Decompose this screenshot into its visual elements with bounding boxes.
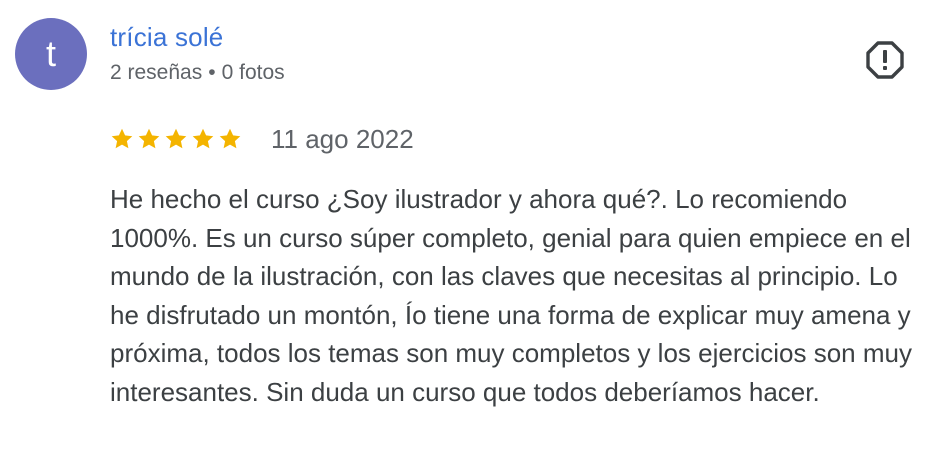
star-icon	[138, 128, 160, 149]
photo-count: 0 fotos	[221, 61, 285, 84]
author-meta: 2 reseñas • 0 fotos	[110, 61, 285, 85]
review-date: 11 ago 2022	[271, 123, 414, 154]
avatar-letter: t	[45, 33, 56, 74]
report-octagon-icon	[866, 41, 904, 79]
avatar[interactable]: t	[15, 18, 87, 90]
star-icon	[219, 128, 241, 149]
star-icon	[165, 128, 187, 149]
review-card: t trícia solé 2 reseñas • 0 fotos 11 ago 2…	[0, 0, 940, 476]
meta-separator: •	[208, 61, 216, 84]
star-icon	[192, 128, 214, 149]
report-flag-icon[interactable]	[865, 40, 905, 80]
author-name-link[interactable]: trícia solé	[110, 22, 223, 53]
star-icon	[111, 128, 133, 149]
star-rating	[110, 127, 245, 151]
review-count: 2 reseñas	[110, 61, 203, 84]
review-text: He hecho el curso ¿Soy ilustrador y ahor…	[110, 184, 912, 407]
rating-row: 11 ago 2022	[110, 121, 414, 157]
